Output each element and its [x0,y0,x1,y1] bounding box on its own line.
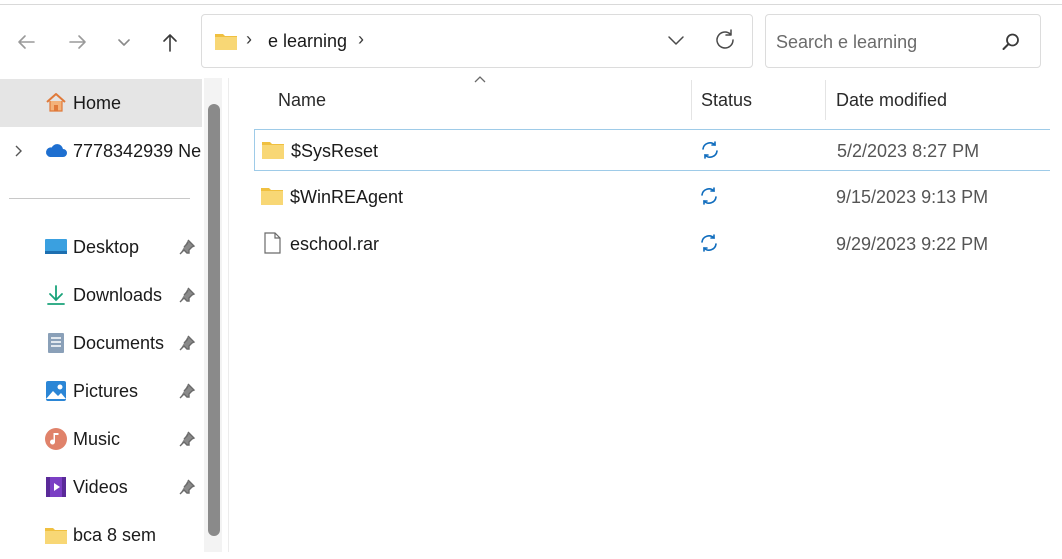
folder-icon [44,523,68,547]
pin-icon[interactable] [178,478,196,496]
sidebar-scrollbar-thumb[interactable] [208,104,220,536]
search-input[interactable]: Search e learning [765,14,1041,68]
breadcrumb-separator[interactable]: › [246,29,252,50]
sidebar-item-label: 7778342939 Ne [73,140,202,161]
forward-button[interactable] [64,26,92,58]
refresh-icon[interactable] [712,27,738,53]
sidebar-item-label: Documents [73,332,165,353]
search-icon[interactable] [1000,31,1022,53]
sidebar-item-home[interactable]: Home [0,79,202,127]
sidebar-item-label: Pictures [73,380,139,401]
sidebar-item-downloads[interactable]: Downloads [0,271,202,319]
column-separator[interactable] [825,80,826,120]
breadcrumb-e-learning[interactable]: e learning [268,31,347,52]
sync-status-icon [701,187,717,205]
sidebar-item-label: Desktop [73,236,140,257]
window-top-border [0,0,1062,5]
arrow-left-icon [18,35,35,49]
address-bar[interactable]: › e learning › [201,14,753,68]
file-icon [264,232,281,254]
file-row[interactable]: eschool.rar 9/29/2023 9:22 PM [254,223,1062,265]
desktop-icon [44,235,68,259]
file-date-modified: 9/15/2023 9:13 PM [836,187,989,207]
pane-divider[interactable] [228,78,229,552]
search-placeholder: Search e learning [776,32,918,52]
sidebar-item-label: Music [73,428,121,449]
chevron-down-icon[interactable] [664,29,688,53]
breadcrumb-separator[interactable]: › [358,29,364,50]
column-header-row: Name Status Date modified [230,76,1062,124]
sync-status-icon [701,234,717,252]
file-name: $SysReset [291,141,379,161]
column-header-date-modified[interactable]: Date modified [836,90,947,111]
folder-icon [215,34,237,50]
pin-icon[interactable] [178,430,196,448]
file-name: eschool.rar [290,234,380,254]
column-separator[interactable] [691,80,692,120]
pin-icon[interactable] [178,238,196,256]
back-button[interactable] [12,26,40,58]
sidebar-item-desktop[interactable]: Desktop [0,223,202,271]
sidebar-item-documents[interactable]: Documents [0,319,202,367]
up-button[interactable] [156,26,184,58]
file-row[interactable]: $SysReset 5/2/2023 8:27 PM [254,129,1062,171]
sidebar-item-label: bca 8 sem [73,524,157,545]
documents-icon [44,331,68,355]
sort-ascending-icon [474,76,486,83]
column-header-name[interactable]: Name [278,90,326,111]
sidebar-item-label: Home [73,92,122,113]
videos-icon [44,475,68,499]
content-scrollbar[interactable] [1050,78,1062,552]
column-header-status[interactable]: Status [701,90,752,111]
sync-status-icon [702,141,718,159]
downloads-icon [44,283,68,307]
sidebar-item-pictures[interactable]: Pictures [0,367,202,415]
music-icon [44,427,68,451]
sidebar-item-videos[interactable]: Videos [0,463,202,511]
pin-icon[interactable] [178,382,196,400]
home-icon [44,91,68,115]
file-name: $WinREAgent [290,187,404,207]
pin-icon[interactable] [178,286,196,304]
sidebar-item-label: Downloads [73,284,163,305]
file-date-modified: 5/2/2023 8:27 PM [837,141,980,161]
chevron-right-icon[interactable] [10,143,26,159]
recent-locations-button[interactable] [110,26,138,58]
file-row[interactable]: $WinREAgent 9/15/2023 9:13 PM [254,176,1062,218]
arrow-right-icon [69,35,86,49]
arrow-up-icon [163,34,177,52]
onedrive-cloud-icon [44,139,68,163]
pin-icon[interactable] [178,334,196,352]
folder-icon [262,142,284,159]
sidebar-item-onedrive[interactable]: 7778342939 Ne [0,127,202,175]
pictures-icon [44,379,68,403]
sidebar-divider [9,198,190,199]
sidebar-item-music[interactable]: Music [0,415,202,463]
sidebar-item-label: Videos [73,476,128,497]
chevron-down-icon [118,39,130,46]
file-date-modified: 9/29/2023 9:22 PM [836,234,989,254]
navigation-pane: Home 7778342939 Ne Desktop Downloads Doc… [0,78,202,552]
folder-icon [261,188,283,205]
